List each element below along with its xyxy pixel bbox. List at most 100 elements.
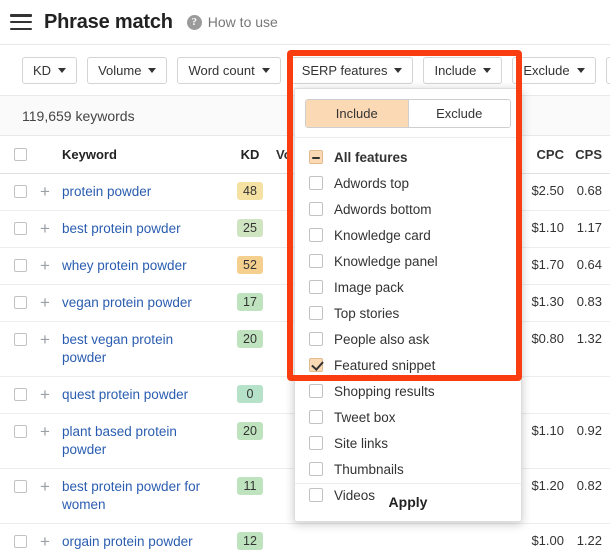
how-to-use-label: How to use <box>207 14 278 30</box>
filter-exclude-secondary-button[interactable]: Exclude <box>605 56 610 84</box>
keyword-link[interactable]: vegan protein powder <box>62 294 218 312</box>
column-header-cps[interactable]: CPS <box>564 147 610 162</box>
serp-feature-option[interactable]: Image pack <box>295 274 521 300</box>
row-checkbox[interactable] <box>13 259 27 272</box>
option-checkbox[interactable] <box>309 306 323 320</box>
keyword-cell: orgain protein powder <box>62 524 226 552</box>
serp-feature-option[interactable]: Featured snippet <box>295 352 521 378</box>
keyword-link[interactable]: orgain protein powder <box>62 533 218 551</box>
volume-bar-cell <box>336 524 396 539</box>
serp-feature-option[interactable]: Adwords bottom <box>295 196 521 222</box>
filter-include-button[interactable]: Include <box>423 56 503 84</box>
option-label: Site links <box>334 435 389 451</box>
row-checkbox[interactable] <box>13 185 27 198</box>
keyword-link[interactable]: best protein powder for women <box>62 478 218 514</box>
option-checkbox[interactable] <box>309 332 323 346</box>
column-header-kd[interactable]: KD <box>226 147 274 162</box>
option-label: Adwords bottom <box>334 201 432 217</box>
option-label: Thumbnails <box>334 461 404 477</box>
serp-feature-option[interactable]: People also ask <box>295 326 521 352</box>
kd-cell: 11 <box>226 469 274 495</box>
option-checkbox[interactable] <box>309 150 323 164</box>
serp-feature-option[interactable]: Adwords top <box>295 170 521 196</box>
filter-exclude-button[interactable]: Exclude <box>512 56 596 84</box>
row-select-cell <box>0 211 40 235</box>
keyword-link[interactable]: plant based protein powder <box>62 423 218 459</box>
filter-volume-label: Volume <box>98 62 142 78</box>
option-checkbox[interactable] <box>309 462 323 476</box>
apply-button[interactable]: Apply <box>295 483 521 521</box>
select-all-checkbox[interactable] <box>13 148 27 161</box>
add-keyword-icon[interactable]: + <box>40 414 62 440</box>
add-keyword-icon[interactable]: + <box>40 285 62 311</box>
option-checkbox[interactable] <box>309 384 323 398</box>
row-checkbox[interactable] <box>13 535 27 548</box>
add-keyword-icon[interactable]: + <box>40 248 62 274</box>
keyword-link[interactable]: best vegan protein powder <box>62 331 218 367</box>
dropdown-tab-include[interactable]: Include <box>306 100 408 127</box>
option-label: Adwords top <box>334 175 410 191</box>
serp-feature-option[interactable]: Knowledge card <box>295 222 521 248</box>
serp-feature-option[interactable]: Site links <box>295 430 521 456</box>
add-keyword-icon[interactable]: + <box>40 469 62 495</box>
add-keyword-icon[interactable]: + <box>40 322 62 348</box>
option-checkbox[interactable] <box>309 254 323 268</box>
chevron-down-icon <box>148 67 157 73</box>
row-checkbox[interactable] <box>13 296 27 309</box>
keyword-link[interactable]: protein powder <box>62 183 218 201</box>
filter-word-count-button[interactable]: Word count <box>177 56 281 84</box>
row-select-cell <box>0 285 40 309</box>
serp-feature-option[interactable]: All features <box>295 144 521 170</box>
results-count-label: 119,659 keywords <box>22 107 135 124</box>
serp-feature-option[interactable]: Thumbnails <box>295 456 521 482</box>
row-select-cell <box>0 414 40 438</box>
hamburger-icon[interactable] <box>10 14 32 30</box>
keyword-link[interactable]: quest protein powder <box>62 386 218 404</box>
kd-cell: 20 <box>226 414 274 440</box>
kd-badge: 11 <box>237 477 263 495</box>
filter-kd-button[interactable]: KD <box>22 56 78 84</box>
keyword-link[interactable]: whey protein powder <box>62 257 218 275</box>
keyword-cell: whey protein powder <box>62 248 226 284</box>
option-checkbox[interactable] <box>309 280 323 294</box>
kd-badge: 52 <box>237 256 263 274</box>
serp-feature-option[interactable]: Knowledge panel <box>295 248 521 274</box>
kd-cell: 52 <box>226 248 274 274</box>
option-checkbox[interactable] <box>309 410 323 424</box>
serp-feature-option[interactable]: Top stories <box>295 300 521 326</box>
row-checkbox[interactable] <box>13 333 27 346</box>
kd-cell: 17 <box>226 285 274 311</box>
kd-badge: 12 <box>237 532 263 550</box>
traffic-cell <box>396 524 454 533</box>
filter-volume-button[interactable]: Volume <box>87 56 168 84</box>
add-keyword-icon[interactable]: + <box>40 174 62 200</box>
keyword-cell: best vegan protein powder <box>62 322 226 376</box>
option-label: Knowledge panel <box>334 253 438 269</box>
keyword-link[interactable]: best protein powder <box>62 220 218 238</box>
option-label: Featured snippet <box>334 357 436 373</box>
serp-feature-option[interactable]: Tweet box <box>295 404 521 430</box>
filter-serp-features-button[interactable]: SERP features <box>290 56 414 84</box>
option-label: Top stories <box>334 305 400 321</box>
column-header-keyword[interactable]: Keyword <box>62 147 226 162</box>
serp-feature-option[interactable]: Shopping results <box>295 378 521 404</box>
option-checkbox[interactable] <box>309 228 323 242</box>
how-to-use-link[interactable]: ? How to use <box>186 14 278 30</box>
option-checkbox[interactable] <box>309 358 323 372</box>
add-keyword-icon[interactable]: + <box>40 524 62 550</box>
option-checkbox[interactable] <box>309 436 323 450</box>
option-checkbox[interactable] <box>309 176 323 190</box>
cps-cell: 0.92 <box>576 423 602 438</box>
add-keyword-icon[interactable]: + <box>40 377 62 403</box>
option-checkbox[interactable] <box>309 488 323 502</box>
row-checkbox[interactable] <box>13 388 27 401</box>
row-checkbox[interactable] <box>13 480 27 493</box>
page-header: Phrase match ? How to use <box>0 0 610 44</box>
app-root: Phrase match ? How to use KD Volume Word… <box>0 0 610 552</box>
add-keyword-icon[interactable]: + <box>40 211 62 237</box>
row-checkbox[interactable] <box>13 222 27 235</box>
dropdown-tab-exclude[interactable]: Exclude <box>407 100 510 127</box>
option-checkbox[interactable] <box>309 202 323 216</box>
table-row[interactable]: + orgain protein powder 12 $1.00 1.22 <box>0 524 610 552</box>
row-checkbox[interactable] <box>13 425 27 438</box>
